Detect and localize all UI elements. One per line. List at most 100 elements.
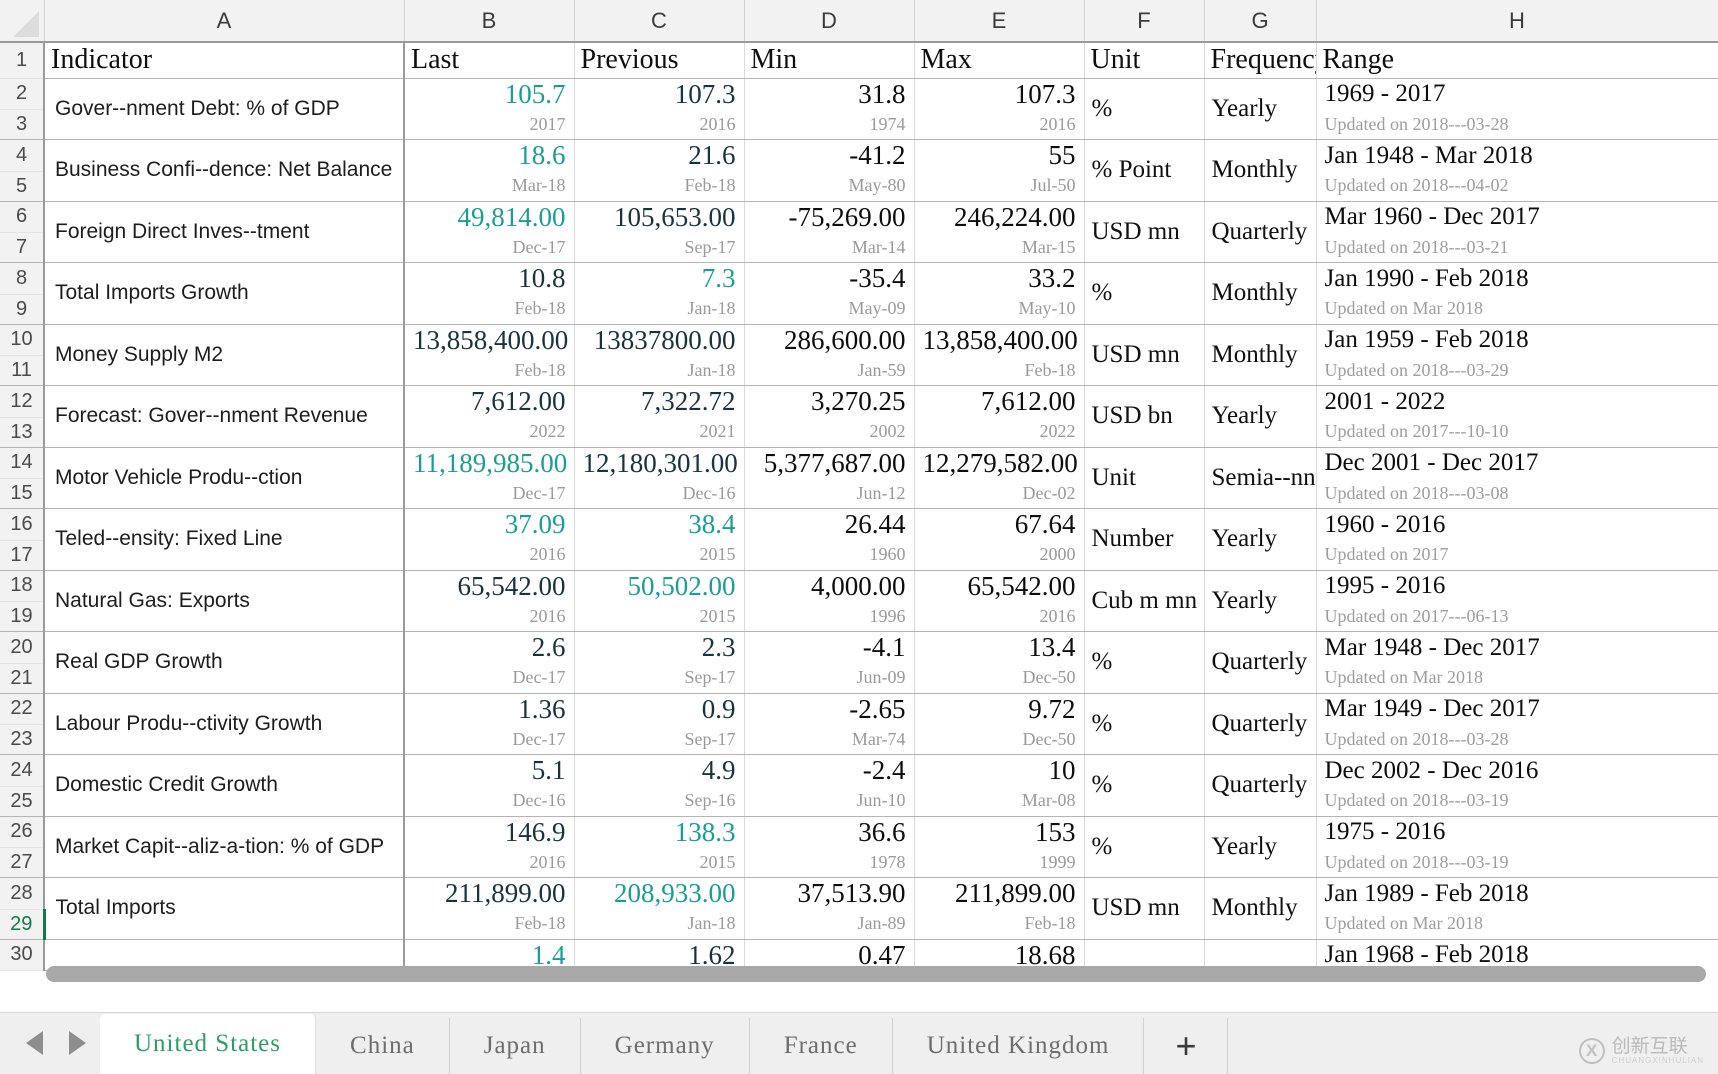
column-header-a[interactable]: A xyxy=(44,0,404,42)
cell-updated[interactable]: Updated on 2018---03-28 xyxy=(1316,725,1718,755)
cell-frequency[interactable]: Yearly xyxy=(1204,386,1316,448)
column-header-h[interactable]: H xyxy=(1316,0,1718,42)
cell-range[interactable]: Dec 2001 - Dec 2017 xyxy=(1316,447,1718,479)
cell-min-date[interactable]: 2002 xyxy=(744,417,914,447)
cell-frequency[interactable]: Quarterly xyxy=(1204,755,1316,817)
row-number[interactable]: 21 xyxy=(0,663,44,693)
cell-min-value[interactable]: 3,270.25 xyxy=(744,386,914,418)
sheet-tab-united-kingdom[interactable]: United Kingdom xyxy=(893,1018,1145,1074)
sheet-tab-china[interactable]: China xyxy=(316,1018,450,1074)
cell-updated[interactable]: Updated on Mar 2018 xyxy=(1316,294,1718,324)
cell-last-date[interactable]: 2016 xyxy=(404,848,574,878)
sheet-tab-france[interactable]: France xyxy=(750,1018,893,1074)
cell-max-value[interactable]: 33.2 xyxy=(914,263,1084,295)
cell-min-value[interactable]: -2.65 xyxy=(744,693,914,725)
cell-max-date[interactable]: Mar-08 xyxy=(914,786,1084,816)
row-number[interactable]: 25 xyxy=(0,786,44,816)
row-number[interactable]: 19 xyxy=(0,602,44,632)
cell-previous-date[interactable]: 2016 xyxy=(574,110,744,140)
cell-unit[interactable]: % xyxy=(1084,263,1204,325)
row-number[interactable]: 22 xyxy=(0,693,44,725)
next-sheet-arrow-icon[interactable] xyxy=(69,1031,86,1055)
cell-max-date[interactable]: 1999 xyxy=(914,848,1084,878)
row-number[interactable]: 1 xyxy=(0,42,44,78)
row-number[interactable]: 16 xyxy=(0,509,44,541)
sheet-tab-united-states[interactable]: United States xyxy=(100,1014,316,1074)
cell-last-value[interactable]: 10.8 xyxy=(404,263,574,295)
cell-frequency[interactable]: Quarterly xyxy=(1204,632,1316,694)
cell-min-value[interactable]: 36.6 xyxy=(744,816,914,848)
cell-updated[interactable]: Updated on 2018---04-02 xyxy=(1316,171,1718,201)
cell-unit[interactable]: % Point xyxy=(1084,140,1204,202)
cell-max-value[interactable]: 7,612.00 xyxy=(914,386,1084,418)
cell-previous-date[interactable]: 2015 xyxy=(574,602,744,632)
cell-min-value[interactable]: -2.4 xyxy=(744,755,914,787)
cell-last-value[interactable]: 65,542.00 xyxy=(404,570,574,602)
cell-previous-date[interactable]: 2015 xyxy=(574,848,744,878)
cell-min-date[interactable]: 1996 xyxy=(744,602,914,632)
cell-last-date[interactable]: Dec-16 xyxy=(404,786,574,816)
cell-unit[interactable]: Cub m mn xyxy=(1084,570,1204,632)
cell-previous-date[interactable]: Jan-18 xyxy=(574,909,744,939)
cell-updated[interactable]: Updated on 2017 xyxy=(1316,540,1718,570)
cell-indicator-header[interactable]: Indicator xyxy=(44,42,404,78)
row-number[interactable]: 18 xyxy=(0,570,44,602)
cell-max-value[interactable]: 211,899.00 xyxy=(914,878,1084,910)
row-number[interactable]: 20 xyxy=(0,632,44,664)
cell-frequency[interactable]: Yearly xyxy=(1204,78,1316,140)
cell-range[interactable]: Mar 1949 - Dec 2017 xyxy=(1316,693,1718,725)
cell-last-date[interactable]: Feb-18 xyxy=(404,909,574,939)
row-number[interactable]: 9 xyxy=(0,294,44,324)
cell-previous-date[interactable]: Sep-17 xyxy=(574,725,744,755)
cell-updated[interactable]: Updated on 2017---10-10 xyxy=(1316,417,1718,447)
cell-unit[interactable]: % xyxy=(1084,78,1204,140)
cell-range[interactable]: 1995 - 2016 xyxy=(1316,570,1718,602)
cell-last-date[interactable]: Feb-18 xyxy=(404,356,574,386)
cell-max-value[interactable]: 153 xyxy=(914,816,1084,848)
cell-max-value[interactable]: 13,858,400.00 xyxy=(914,324,1084,356)
cell-max-date[interactable]: Dec-50 xyxy=(914,725,1084,755)
cell-max-date[interactable]: 2016 xyxy=(914,602,1084,632)
cell-range-header[interactable]: Range xyxy=(1316,42,1718,78)
cell-unit[interactable]: % xyxy=(1084,816,1204,878)
row-number[interactable]: 15 xyxy=(0,479,44,509)
cell-unit[interactable]: USD bn xyxy=(1084,386,1204,448)
cell-unit[interactable]: Number xyxy=(1084,509,1204,571)
cell-max-date[interactable]: Feb-18 xyxy=(914,909,1084,939)
cell-previous-value[interactable]: 7.3 xyxy=(574,263,744,295)
cell-min-date[interactable]: 1978 xyxy=(744,848,914,878)
cell-previous-date[interactable]: Jan-18 xyxy=(574,294,744,324)
row-number[interactable]: 3 xyxy=(0,110,44,140)
cell-last-value[interactable]: 13,858,400.00 xyxy=(404,324,574,356)
row-number[interactable]: 6 xyxy=(0,201,44,233)
cell-min-date[interactable]: May-80 xyxy=(744,171,914,201)
row-number[interactable]: 2 xyxy=(0,78,44,110)
cell-last-date[interactable]: 2016 xyxy=(404,540,574,570)
row-number[interactable]: 23 xyxy=(0,725,44,755)
cell-last-date[interactable]: 2016 xyxy=(404,602,574,632)
cell-max-value[interactable]: 67.64 xyxy=(914,509,1084,541)
cell-max-date[interactable]: Jul-50 xyxy=(914,171,1084,201)
cell-last-value[interactable]: 2.6 xyxy=(404,632,574,664)
cell-min-value[interactable]: 37,513.90 xyxy=(744,878,914,910)
cell-max-date[interactable]: Dec-02 xyxy=(914,479,1084,509)
cell-last-date[interactable]: 2022 xyxy=(404,417,574,447)
column-header-e[interactable]: E xyxy=(914,0,1084,42)
cell-frequency[interactable]: Quarterly xyxy=(1204,201,1316,263)
cell-max-value[interactable]: 9.72 xyxy=(914,693,1084,725)
cell-last-value[interactable]: 49,814.00 xyxy=(404,201,574,233)
row-number[interactable]: 5 xyxy=(0,171,44,201)
column-header-f[interactable]: F xyxy=(1084,0,1204,42)
cell-previous-date[interactable]: 2015 xyxy=(574,540,744,570)
cell-min-value[interactable]: -4.1 xyxy=(744,632,914,664)
cell-max-value[interactable]: 55 xyxy=(914,140,1084,172)
cell-frequency[interactable]: Yearly xyxy=(1204,816,1316,878)
cell-last-date[interactable]: 2017 xyxy=(404,110,574,140)
cell-indicator[interactable]: Total Imports Growth xyxy=(44,263,404,325)
cell-unit[interactable]: % xyxy=(1084,755,1204,817)
cell-last-value[interactable]: 211,899.00 xyxy=(404,878,574,910)
cell-last-value[interactable]: 37.09 xyxy=(404,509,574,541)
cell-unit[interactable]: % xyxy=(1084,693,1204,755)
row-number[interactable]: 14 xyxy=(0,447,44,479)
cell-min-value[interactable]: -35.4 xyxy=(744,263,914,295)
